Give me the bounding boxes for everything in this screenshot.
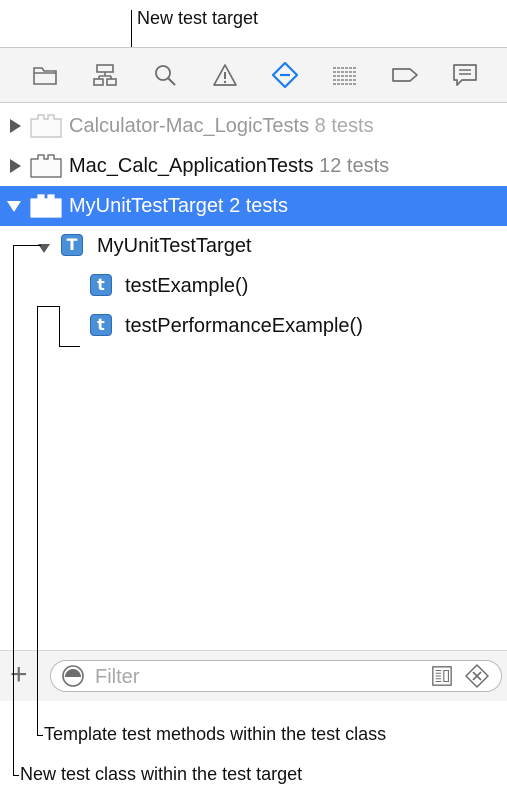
clear-icon[interactable] [465,664,489,688]
test-class-icon: T [61,234,83,256]
filter-scope-icon[interactable] [61,664,85,688]
callout-line-methods-bracket [59,306,60,346]
hierarchy-icon[interactable] [90,61,120,89]
report-icon[interactable] [450,61,480,89]
callout-line-test-class-foot [13,775,19,776]
tree-row-label: testPerformanceExample() [125,315,363,337]
list-icon[interactable] [330,61,360,89]
filter-options-icon[interactable] [430,665,454,687]
warning-icon[interactable] [210,61,240,89]
test-bundle-icon [30,154,62,178]
callout-line-test-class-h [13,245,41,246]
tree-row-label: Calculator-Mac_LogicTests 8 tests [69,115,374,137]
tree-row-my-unit-test-target[interactable]: MyUnitTestTarget 2 tests [0,186,507,226]
folder-icon[interactable] [30,61,60,89]
tree-row-test-method[interactable]: t testPerformanceExample() [0,306,507,346]
breakpoint-icon[interactable] [390,61,420,89]
disclosure-down-icon[interactable] [6,198,22,214]
disclosure-right-icon[interactable] [7,118,23,134]
tree-row-label: Mac_Calc_ApplicationTests 12 tests [69,155,390,177]
tree-row-logic-tests[interactable]: Calculator-Mac_LogicTests 8 tests [0,106,507,146]
callout-line-test-class-v [13,245,14,775]
disclosure-down-icon[interactable] [36,240,52,256]
tree-row-test-method[interactable]: t testExample() [0,266,507,306]
test-bundle-icon [30,194,62,218]
disclosure-right-icon[interactable] [7,158,23,174]
callout-line-methods-bottom [59,346,80,347]
callout-line-methods-foot [37,735,43,736]
test-bundle-icon [30,114,62,138]
callout-line-methods-v [37,306,38,735]
test-method-icon: t [90,314,112,336]
search-icon[interactable] [150,61,180,89]
filter-bar: + Filter [0,650,507,701]
callout-line-methods-top [37,306,59,307]
filter-placeholder: Filter [95,666,140,688]
navigator-toolbar [0,48,507,103]
tree-row-application-tests[interactable]: Mac_Calc_ApplicationTests 12 tests [0,146,507,186]
tree-row-label: MyUnitTestTarget [97,235,252,257]
tree-row-test-class[interactable]: T MyUnitTestTarget [0,226,507,266]
callout-template-methods: Template test methods within the test cl… [44,724,387,744]
callout-new-test-target: New test target [137,8,259,28]
test-navigator-icon[interactable] [270,61,300,89]
tree-row-label: testExample() [125,275,249,297]
filter-input[interactable]: Filter [50,660,502,692]
callout-new-test-class: New test class within the test target [20,764,303,784]
test-method-icon: t [90,274,112,296]
tree-row-label: MyUnitTestTarget 2 tests [69,195,288,217]
